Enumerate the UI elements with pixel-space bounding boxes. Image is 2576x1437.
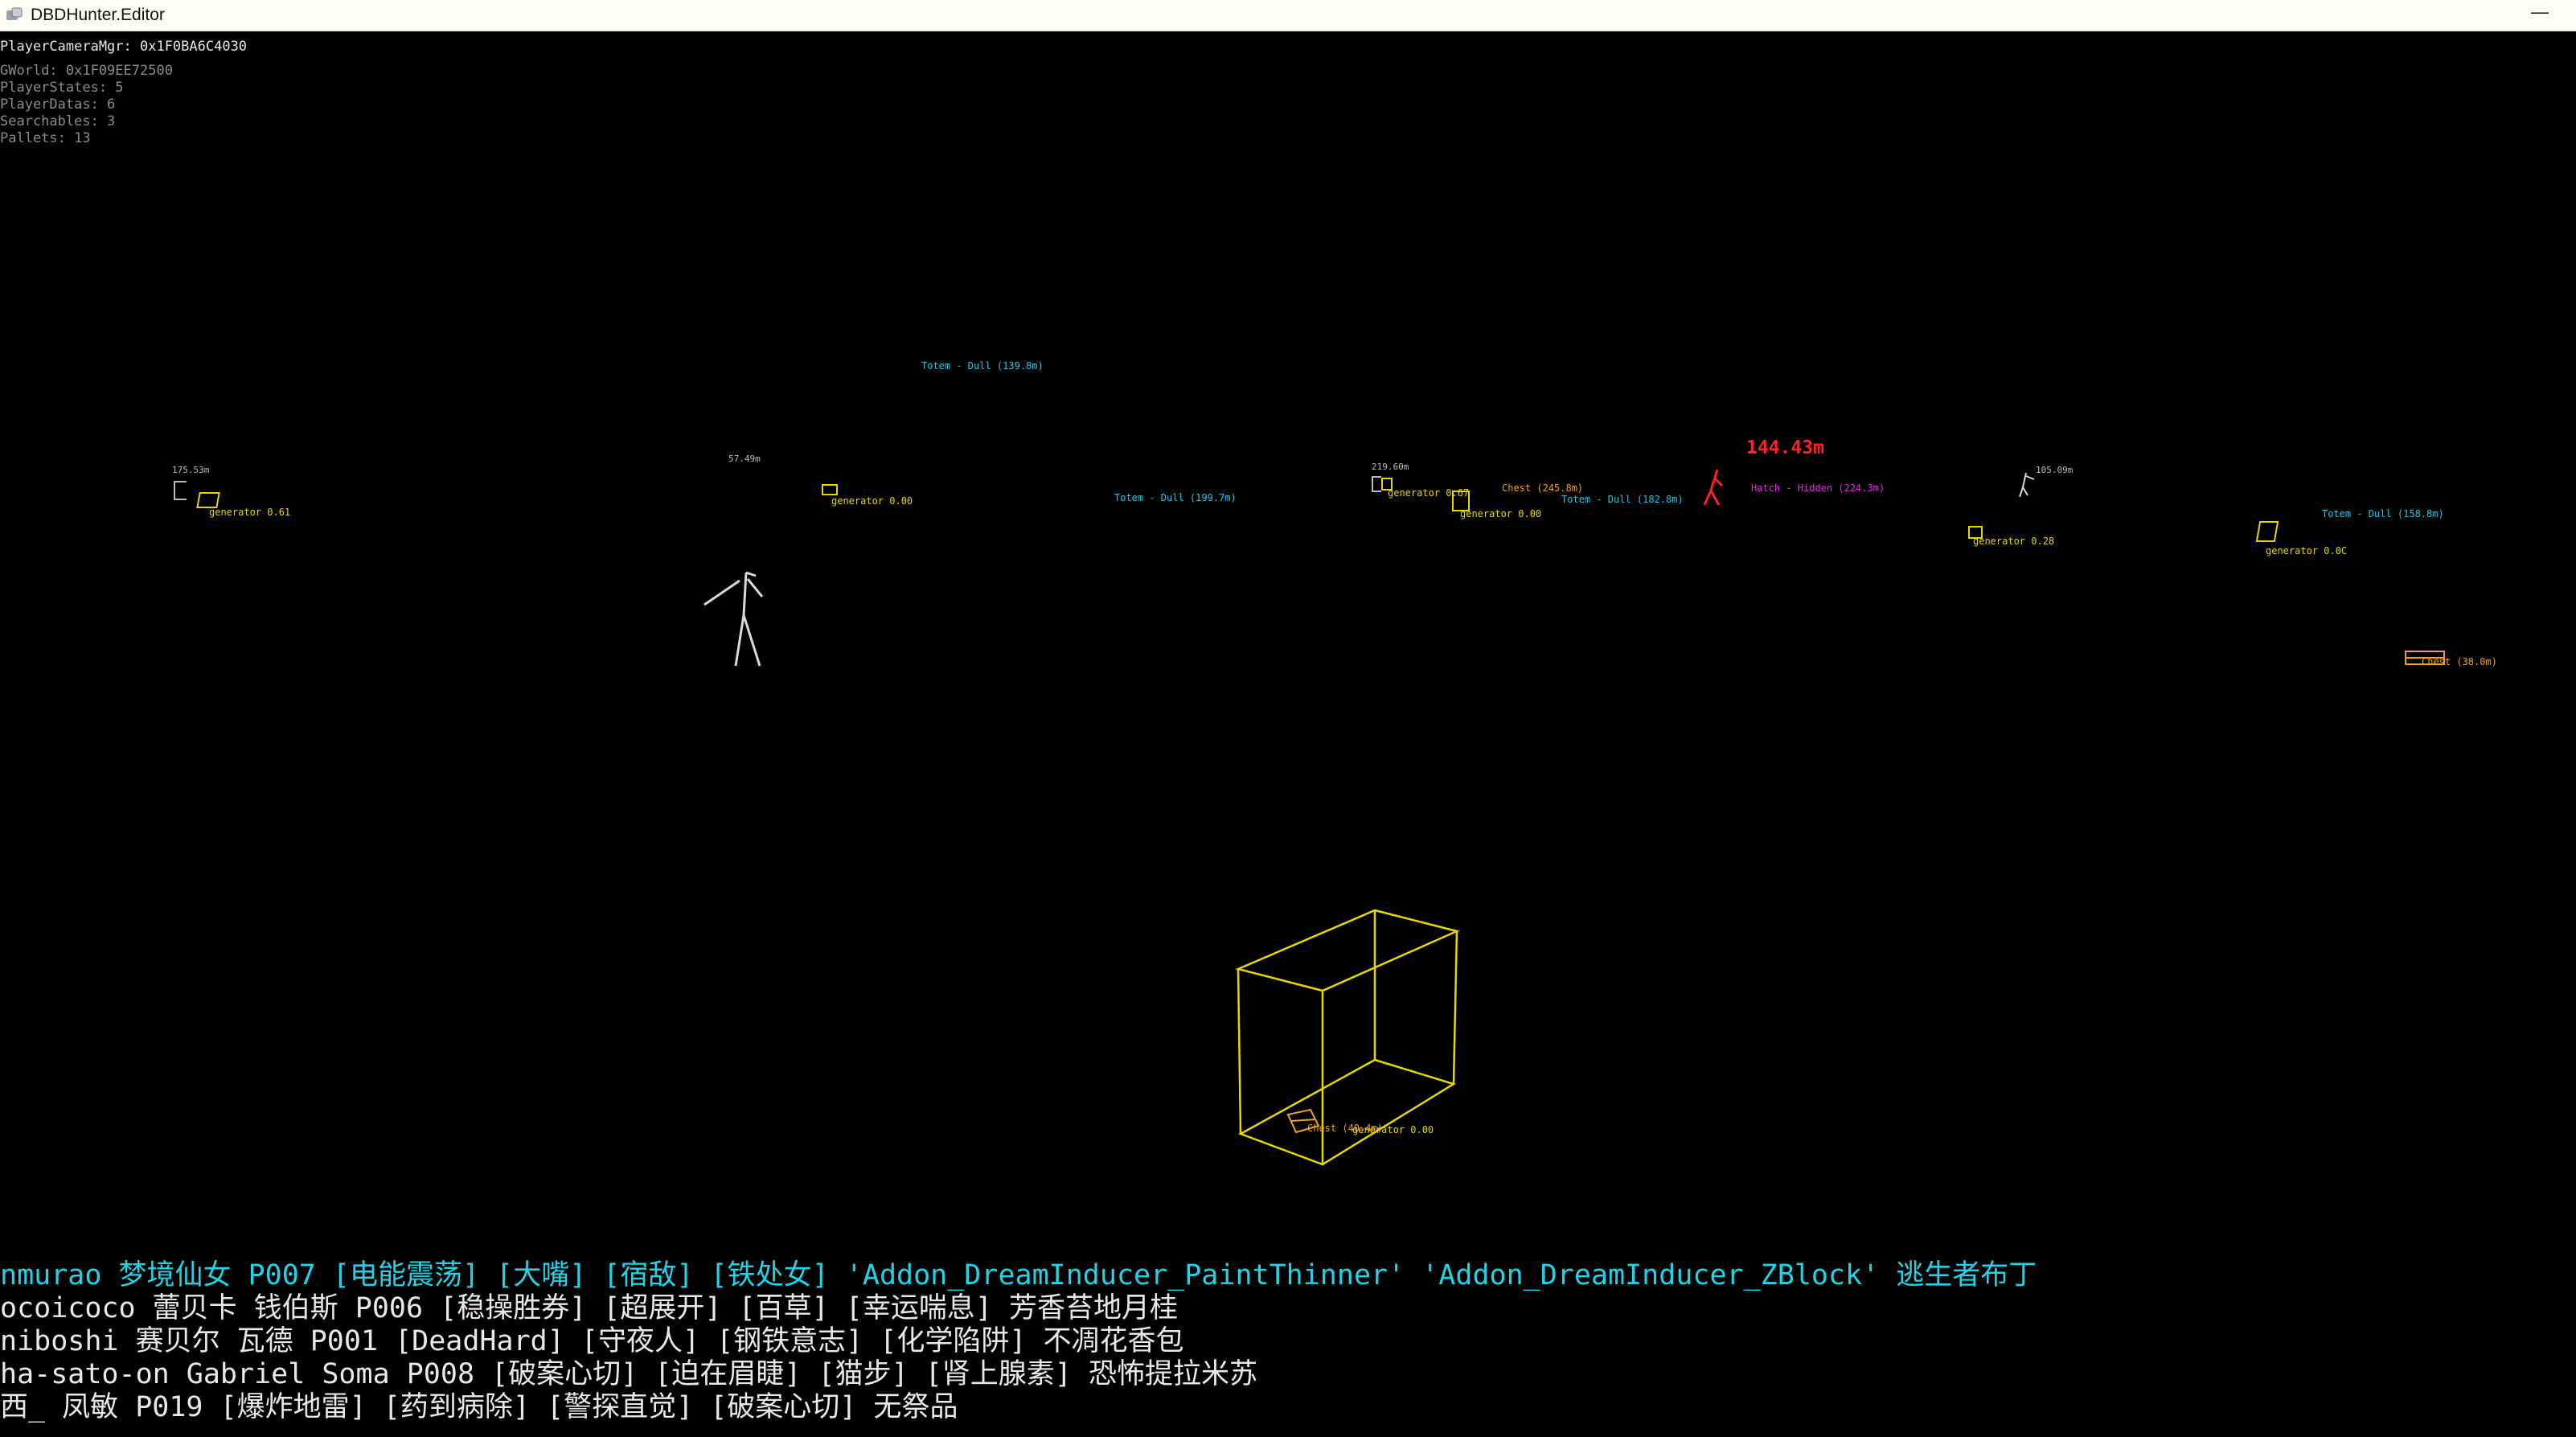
esp-overlay bbox=[703, 469, 2445, 1166]
player-row: ocoicoco 蕾贝卡 钱伯斯 P006 [稳操胜券] [超展开] [百草] … bbox=[0, 1292, 1179, 1324]
distance-label-3: 219.60m bbox=[1372, 462, 1409, 472]
generator-marker-2 bbox=[822, 484, 838, 495]
generator-marker-1 bbox=[196, 492, 220, 508]
chest-label-1: Chest (245.8m) bbox=[1502, 482, 1584, 494]
player-row: 西_ 凤敏 P019 [爆炸地雷] [药到病除] [警探直觉] [破案心切] 无… bbox=[0, 1391, 958, 1423]
generator-label-1: generator 0.61 bbox=[209, 507, 291, 518]
generator-label-4: generator 0.28 bbox=[1973, 536, 2055, 547]
distance-label-4: 105.09m bbox=[2036, 465, 2074, 475]
hatch-label: Hatch - Hidden (224.3m) bbox=[1751, 482, 1885, 494]
player-list: nmurao 梦境仙女 P007 [电能震荡] [大嘴] [宿敌] [铁处女] … bbox=[0, 1259, 2037, 1424]
totem-label-3: Totem - Dull (182.8m) bbox=[1561, 494, 1684, 505]
generator-marker-6 bbox=[2255, 521, 2279, 542]
totem-label-2: Totem - Dull (199.7m) bbox=[1114, 492, 1237, 503]
totem-label-4: Totem - Dull (158.8m) bbox=[2322, 508, 2444, 519]
distance-label-1: 175.53m bbox=[172, 465, 210, 475]
generator-label-5: generator 0.0C bbox=[2266, 545, 2348, 556]
totem-label-1: Totem - Dull (139.8m) bbox=[921, 360, 1044, 372]
player-row: niboshi 赛贝尔 瓦德 P001 [DeadHard] [守夜人] [钢铁… bbox=[0, 1325, 1184, 1357]
far-survivor-skeleton bbox=[2019, 472, 2035, 498]
killer-skeleton bbox=[1703, 469, 1724, 506]
killer-distance-label: 144.43m bbox=[1746, 437, 1824, 458]
chest-label-2: Chest (38.0m) bbox=[2422, 656, 2497, 667]
survivor-glyph-3 bbox=[1372, 476, 1381, 492]
generator-label-3: generator 0.00 bbox=[1460, 508, 1542, 519]
distance-label-2: 57.49m bbox=[728, 454, 761, 464]
survivor-skeleton bbox=[703, 571, 764, 667]
player-row: ha-sato-on Gabriel Soma P008 [破案心切] [迫在眉… bbox=[0, 1358, 1257, 1390]
player-row-killer: nmurao 梦境仙女 P007 [电能震荡] [大嘴] [宿敌] [铁处女] … bbox=[0, 1259, 2037, 1291]
generator-label-2: generator 0.00 bbox=[831, 495, 913, 507]
generator-label-6: generator 0.00 bbox=[1352, 1124, 1434, 1135]
survivor-glyph-1 bbox=[174, 481, 187, 500]
